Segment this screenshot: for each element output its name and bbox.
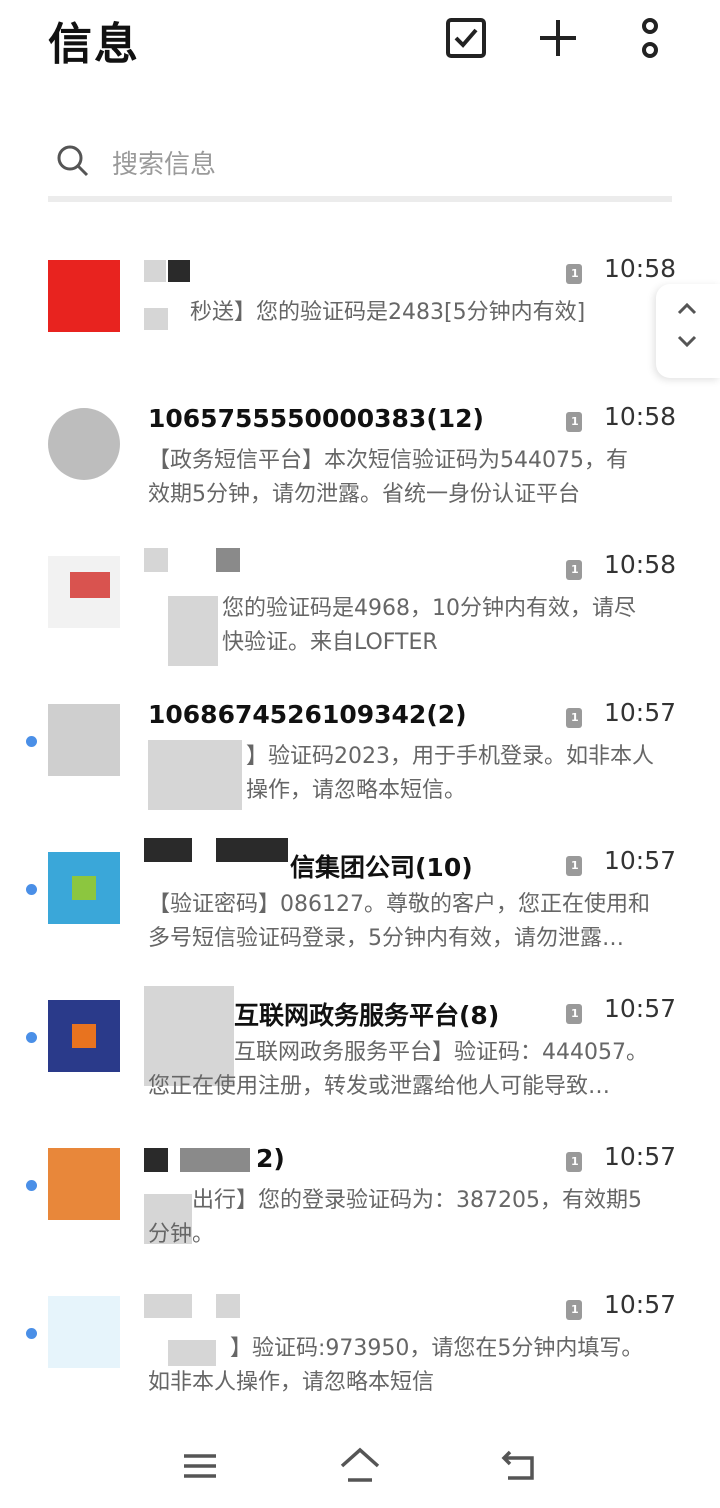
sim-icon: 1 (566, 1152, 582, 1172)
more-vertical-icon[interactable] (628, 16, 672, 60)
select-checkbox-icon[interactable] (444, 16, 488, 60)
avatar (48, 704, 120, 776)
back-icon[interactable] (496, 1442, 544, 1490)
list-item[interactable]: 1 10:58 您的验证码是4968，10分钟内有效，请尽 快验证。来自LOFT… (0, 542, 720, 690)
avatar (48, 1296, 120, 1368)
message-preview: 【政务短信平台】本次短信验证码为544075，有 效期5分钟，请勿泄露。省统一身… (148, 448, 628, 507)
system-navbar (0, 1428, 720, 1508)
avatar (48, 1148, 120, 1220)
unread-dot (26, 1180, 37, 1191)
message-time: 10:57 (604, 1290, 677, 1319)
sim-icon: 1 (566, 1300, 582, 1320)
sim-icon: 1 (566, 560, 582, 580)
message-time: 10:58 (604, 402, 677, 431)
message-time: 10:58 (604, 254, 677, 283)
menu-icon[interactable] (176, 1442, 224, 1490)
sim-icon: 1 (566, 412, 582, 432)
avatar (48, 408, 120, 480)
avatar (48, 260, 120, 332)
unread-dot (26, 1328, 37, 1339)
message-preview: 秒送】您的验证码是2483[5分钟内有效] (190, 300, 586, 325)
unread-dot (26, 736, 37, 747)
unread-dot (26, 884, 37, 895)
app-header: 信息 (0, 0, 720, 90)
list-item[interactable]: 1 10:57 】验证码:973950，请您在5分钟内填写。 如非本人操作，请忽… (0, 1282, 720, 1430)
sim-icon: 1 (566, 1004, 582, 1024)
message-time: 10:57 (604, 698, 677, 727)
sender-name: 互联网政务服务平台(8) (234, 1001, 500, 1030)
plus-icon[interactable] (536, 16, 580, 60)
message-time: 10:57 (604, 846, 677, 875)
sender-name: 信集团公司(10) (290, 853, 473, 882)
sender-name: 2) (256, 1144, 285, 1173)
message-preview: 互联网政务服务平台】验证码：444057。 您正在使用注册，转发或泄露给他人可能… (148, 1040, 648, 1099)
message-time: 10:57 (604, 1142, 677, 1171)
message-preview: 出行】您的登录验证码为：387205，有效期5 分钟。 (148, 1188, 642, 1247)
message-preview: 】验证码:973950，请您在5分钟内填写。 如非本人操作，请忽略本短信 (148, 1336, 644, 1395)
sender-name: 1065755550000383(12) (148, 404, 484, 433)
message-preview: 【验证密码】086127。尊敬的客户，您正在使用和 多号短信验证码登录，5分钟内… (148, 892, 650, 951)
list-item[interactable]: 1068674526109342(2) 1 10:57 】验证码2023，用于手… (0, 690, 720, 838)
search-icon (57, 145, 89, 177)
list-item[interactable]: 互联网政务服务平台(8) 1 10:57 互联网政务服务平台】验证码：44405… (0, 986, 720, 1134)
message-time: 10:58 (604, 550, 677, 579)
sender-name: 1068674526109342(2) (148, 700, 467, 729)
search-input[interactable]: 搜索信息 (112, 144, 216, 181)
message-preview: 您的验证码是4968，10分钟内有效，请尽 快验证。来自LOFTER (222, 596, 636, 655)
sim-icon: 1 (566, 856, 582, 876)
sim-icon: 1 (566, 264, 582, 284)
unread-dot (26, 1032, 37, 1043)
message-preview: 】验证码2023，用于手机登录。如非本人 操作，请忽略本短信。 (246, 744, 654, 803)
sim-icon: 1 (566, 708, 582, 728)
list-item[interactable]: 1065755550000383(12) 1 10:58 【政务短信平台】本次短… (0, 394, 720, 542)
page-title: 信息 (48, 19, 140, 70)
list-item[interactable]: 1 10:58 秒送】您的验证码是2483[5分钟内有效] (0, 246, 720, 394)
home-icon[interactable] (336, 1442, 384, 1490)
search-bar[interactable]: 搜索信息 (48, 128, 672, 202)
list-item[interactable]: 2) 1 10:57 出行】您的登录验证码为：387205，有效期5 分钟。 (0, 1134, 720, 1282)
list-item[interactable]: 信集团公司(10) 1 10:57 【验证密码】086127。尊敬的客户，您正在… (0, 838, 720, 986)
message-time: 10:57 (604, 994, 677, 1023)
